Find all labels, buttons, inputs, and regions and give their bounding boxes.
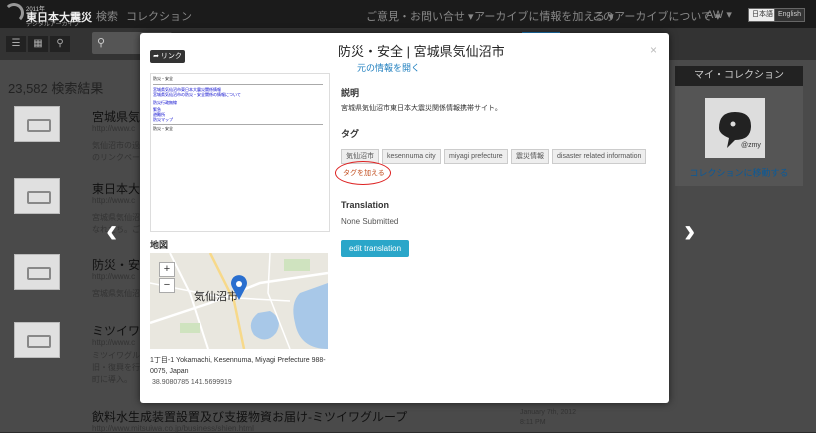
modal-title: 防災・安全 | 宮城県気仙沼市 [338, 44, 505, 59]
tag[interactable]: kesennuma city [382, 149, 441, 164]
item-date: January 7th, 2012 8:11 PM [520, 408, 576, 428]
lang-japanese[interactable]: 日本語 [748, 8, 777, 22]
item-date-text: January 7th, 2012 [520, 409, 577, 416]
preview-line: 防災行政無線 [153, 100, 177, 105]
link-button-label: リンク [160, 53, 182, 60]
nav-about[interactable]: このアーカイブについて ▾ [592, 8, 721, 24]
item-title[interactable]: 東日本大 [92, 180, 140, 197]
edit-translation-button[interactable]: edit translation [341, 240, 409, 257]
item-url: http://www.c [92, 338, 136, 347]
map-tiles [150, 253, 328, 349]
avatar [705, 98, 765, 158]
web-page-icon [14, 106, 60, 142]
preview-divider [153, 84, 323, 85]
item-url: http://www.c [92, 272, 136, 281]
results-count: 23,582 検索結果 [8, 81, 104, 96]
previous-arrow-icon[interactable]: ‹ [106, 214, 117, 248]
item-url: http://www.c [92, 196, 136, 205]
item-description: 旧・復興を行 [92, 363, 140, 372]
preview-header: 防災・安全 [153, 76, 173, 81]
list-item[interactable]: 東日本大 http://www.c 宮城県気仙沼 なれたち。ご [8, 172, 158, 234]
close-icon[interactable]: × [650, 43, 657, 57]
preview-line: 防災マップ [153, 117, 173, 122]
item-detail-modal: ➦ リンク 防災・安全 宮城県気仙沼市東日本大震災関係情報 宮城県気仙沼市の防災… [140, 33, 669, 403]
item-title[interactable]: 飲料水生成装置設置及び支援物資お届け-ミツイワグループ [92, 408, 407, 425]
list-item[interactable]: 防災・安全 http://www.c 宮城県気仙沼 [8, 248, 158, 304]
translation-label: Translation [341, 200, 390, 210]
speech-bubble-icon [719, 112, 751, 148]
top-navbar: 2011年 東日本大震災 デジタルアーカイブ 検索 コレクション ご意見・お問い… [0, 0, 816, 28]
lang-english[interactable]: English [774, 8, 805, 22]
go-to-collection-link[interactable]: コレクションに移動する [675, 166, 803, 179]
tag[interactable]: 震災情報 [511, 149, 549, 164]
item-title[interactable]: 宮城県気 [92, 108, 140, 125]
grid-view-icon[interactable]: ▦ [28, 36, 48, 52]
list-item[interactable]: ミツイワク http://www.c ミツイワグル 旧・復興を行 町に導入。 [8, 316, 158, 384]
address-text: 1丁目-1 Yokamachi, Kesennuma, Miyagi Prefe… [150, 357, 326, 375]
highlight-circle [335, 161, 391, 185]
logo-subtitle: デジタルアーカイブ [26, 22, 80, 28]
coordinates-text: 38.9080785 141.5699919 [152, 379, 232, 386]
location-map[interactable]: + − 気仙沼市 [150, 253, 328, 349]
item-description: 町に導入。 [92, 375, 132, 384]
web-page-icon [14, 178, 60, 214]
site-logo[interactable]: 2011年 東日本大震災 デジタルアーカイブ [4, 3, 92, 28]
item-url: http://www.c [92, 124, 136, 133]
link-button[interactable]: ➦ リンク [150, 50, 185, 63]
nav-search[interactable]: 検索 [96, 8, 118, 24]
my-collection-header[interactable]: マイ・コレクション [675, 66, 803, 86]
tag[interactable]: disaster related information [552, 149, 647, 164]
map-pin-icon[interactable] [230, 275, 248, 301]
translation-value: None Submitted [341, 217, 399, 226]
open-source-link[interactable]: 元の情報を開く [357, 61, 420, 74]
web-page-icon [14, 254, 60, 290]
item-description: ミツイワグル [92, 351, 140, 360]
zoom-out-button[interactable]: − [159, 278, 175, 293]
preview-line: 宮城県気仙沼市の防災・安全関係の情報について [153, 92, 241, 97]
list-view-icon[interactable]: ☰ [6, 36, 26, 52]
nav-user-menu[interactable]: AW ▾ [706, 8, 732, 21]
tag[interactable]: miyagi prefecture [444, 149, 508, 164]
my-collection-panel: マイ・コレクション @zmy コレクションに移動する [675, 66, 803, 186]
item-description: 宮城県気仙沼 [92, 289, 140, 298]
description-label: 説明 [341, 88, 360, 98]
preview-divider [153, 124, 323, 125]
nav-contact[interactable]: ご意見・お問い合せ ▾ [366, 8, 474, 24]
item-time-text: 8:11 PM [520, 419, 546, 426]
item-description: のリンクペー [92, 153, 140, 162]
username: @zmy [741, 142, 761, 149]
map-label: 地図 [150, 240, 169, 250]
search-icon: ⚲ [97, 37, 106, 49]
nav-collection[interactable]: コレクション [126, 8, 192, 24]
description-text: 宮城県気仙沼市東日本大震災関係情報携帯サイト。 [341, 105, 502, 112]
logo-swirl-icon [4, 3, 24, 23]
web-page-icon [14, 322, 60, 358]
tags-label: タグ [341, 129, 360, 139]
item-description: 気仙沼市の過 [92, 141, 140, 150]
page-preview[interactable]: 防災・安全 宮城県気仙沼市東日本大震災関係情報 宮城県気仙沼市の防災・安全関係の… [150, 73, 330, 232]
map-view-icon[interactable]: ⚲ [50, 36, 70, 52]
list-item[interactable]: 宮城県気 http://www.c 気仙沼市の過 のリンクペー [8, 100, 158, 162]
preview-line: 防災・安全 [153, 126, 173, 131]
next-arrow-icon[interactable]: › [684, 214, 695, 248]
zoom-in-button[interactable]: + [159, 262, 175, 277]
